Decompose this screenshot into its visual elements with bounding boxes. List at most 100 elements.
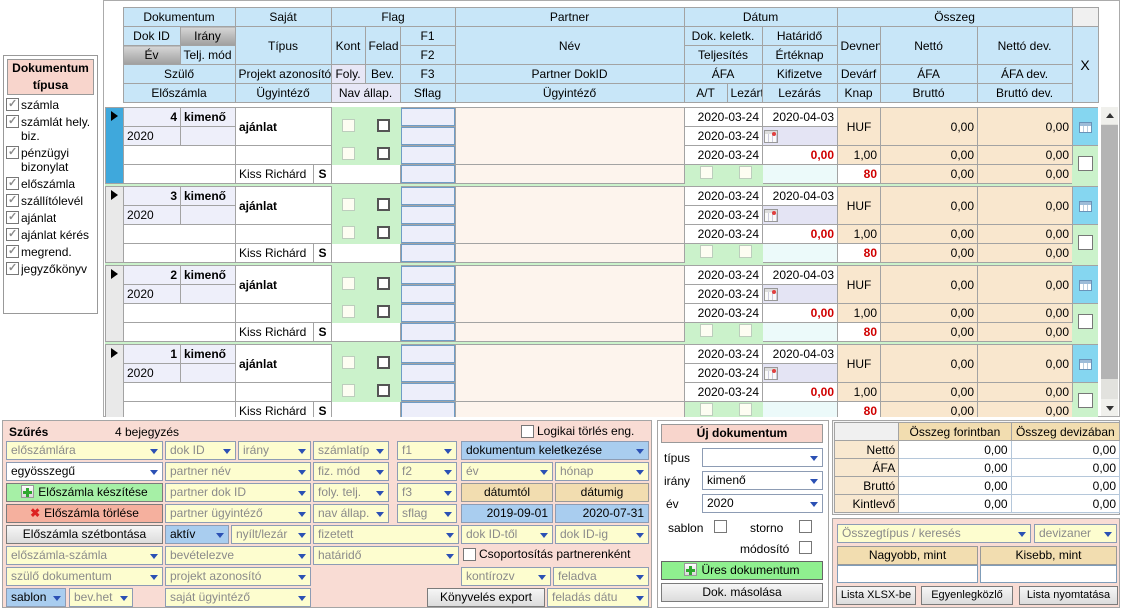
cell-partner-name[interactable] bbox=[456, 345, 685, 402]
col-header-sflag[interactable]: Sflag bbox=[400, 84, 455, 103]
lezart-checkbox[interactable] bbox=[739, 166, 752, 179]
felad-checkbox[interactable] bbox=[377, 356, 390, 369]
at-checkbox[interactable] bbox=[700, 166, 713, 179]
cell-vat-date[interactable]: 2020-03-24 bbox=[685, 225, 763, 244]
cell-f4[interactable] bbox=[401, 244, 456, 263]
eloszamla-keszitese-button[interactable]: Előszámla készítése bbox=[6, 483, 163, 502]
cell-f3[interactable] bbox=[401, 225, 456, 244]
bev-checkbox[interactable] bbox=[377, 226, 390, 239]
col-header-devnem[interactable]: Devnen bbox=[837, 27, 880, 65]
dok-id-tol-select[interactable]: dok ID-től bbox=[461, 525, 553, 544]
bev-checkbox[interactable] bbox=[377, 305, 390, 318]
logical-delete-checkbox[interactable] bbox=[521, 425, 534, 438]
cell-fulfilled-date[interactable]: 2020-03-24 bbox=[685, 127, 763, 146]
nyilt-lezar-select[interactable]: nyílt/lezár bbox=[231, 525, 311, 544]
cell-partner-name[interactable] bbox=[456, 266, 685, 323]
row-checkbox[interactable] bbox=[1078, 235, 1093, 250]
cell-deadline[interactable]: 2020-04-03 bbox=[763, 266, 838, 285]
kont-checkbox[interactable] bbox=[342, 356, 355, 369]
col-header-eloszamla[interactable]: Előszámla bbox=[123, 84, 235, 103]
col-header-f2[interactable]: F2 bbox=[400, 46, 455, 65]
col-header-devarf[interactable]: Devárf bbox=[837, 65, 880, 84]
col-header-projekt[interactable]: Projekt azonosító bbox=[235, 65, 331, 84]
row-selector[interactable] bbox=[106, 108, 124, 184]
felad-checkbox[interactable] bbox=[377, 119, 390, 132]
kont-checkbox[interactable] bbox=[342, 119, 355, 132]
cell-vat-date[interactable]: 2020-03-24 bbox=[685, 383, 763, 402]
cell-fulfilled-date[interactable]: 2020-03-24 bbox=[685, 364, 763, 383]
col-header-ev[interactable]: Év bbox=[123, 46, 180, 65]
irany-select[interactable]: irány bbox=[238, 441, 311, 460]
cell-detail-button[interactable] bbox=[1073, 266, 1098, 304]
calendar-icon[interactable] bbox=[764, 367, 778, 380]
kontirozva-select[interactable]: kontírozv bbox=[461, 567, 551, 586]
cell-detail-button[interactable] bbox=[1073, 108, 1098, 146]
col-header-netto[interactable]: Nettó bbox=[880, 27, 977, 65]
cell-created-date[interactable]: 2020-03-24 bbox=[685, 108, 763, 127]
at-checkbox[interactable] bbox=[700, 403, 713, 416]
bevetelezve-select[interactable]: bevételezve bbox=[165, 546, 311, 565]
cell-f4[interactable] bbox=[401, 323, 456, 342]
col-header-lezaras[interactable]: Lezárás bbox=[762, 84, 837, 103]
sablon-checkbox[interactable] bbox=[714, 520, 727, 533]
col-header-ugyintezo[interactable]: Ügyintéző bbox=[235, 84, 331, 103]
calendar-icon[interactable] bbox=[764, 130, 778, 143]
col-header-f1[interactable]: F1 bbox=[400, 27, 455, 46]
devizanem-select[interactable]: devizaner bbox=[1034, 524, 1117, 543]
doc-type-checkbox[interactable] bbox=[6, 115, 19, 128]
cell-f1[interactable] bbox=[401, 187, 456, 206]
cell-vat-date[interactable]: 2020-03-24 bbox=[685, 304, 763, 323]
feladas-datuma-select[interactable]: feladás dátu bbox=[547, 588, 649, 607]
dok-id-ig-select[interactable]: dok ID-ig bbox=[555, 525, 649, 544]
nav-allap-select[interactable]: nav állap. bbox=[313, 504, 389, 523]
cell-f3[interactable] bbox=[401, 304, 456, 323]
ures-dokumentum-button[interactable]: Üres dokumentum bbox=[661, 561, 823, 580]
cell-f2[interactable] bbox=[401, 127, 456, 146]
sflag-select[interactable]: sflag bbox=[397, 504, 457, 523]
row-selector[interactable] bbox=[106, 345, 124, 418]
col-header-irany[interactable]: Irány bbox=[180, 27, 235, 46]
partner-dok-id-select[interactable]: partner dok ID bbox=[165, 483, 311, 502]
row-selector[interactable] bbox=[106, 187, 124, 263]
new-ev-select[interactable]: 2020 bbox=[702, 494, 823, 513]
cell-f1[interactable] bbox=[401, 108, 456, 127]
cell-f2[interactable] bbox=[401, 285, 456, 304]
cell-value-date[interactable] bbox=[763, 364, 838, 383]
eloszamlara-select[interactable]: előszámlára bbox=[6, 441, 163, 460]
scroll-up-button[interactable] bbox=[1101, 107, 1118, 124]
calendar-icon[interactable] bbox=[764, 288, 778, 301]
at-checkbox[interactable] bbox=[700, 245, 713, 258]
cell-deadline[interactable]: 2020-04-03 bbox=[763, 187, 838, 206]
aktiv-select[interactable]: aktív bbox=[165, 525, 229, 544]
honap-select[interactable]: hónap bbox=[555, 462, 649, 481]
scrollbar-thumb[interactable] bbox=[1101, 125, 1118, 379]
eloszamla-szetbontasa-button[interactable]: Előszámla szétbontása bbox=[6, 525, 163, 544]
cell-partner-name[interactable] bbox=[456, 187, 685, 244]
cell-partner-name[interactable] bbox=[456, 108, 685, 165]
col-header-dok-id[interactable]: Dok ID bbox=[123, 27, 180, 46]
bev-het-select[interactable]: bev.het bbox=[69, 588, 133, 607]
dok-masolasa-button[interactable]: Dok. másolása bbox=[661, 583, 823, 602]
col-header-at[interactable]: A/T bbox=[684, 84, 727, 103]
cell-f3[interactable] bbox=[401, 146, 456, 165]
osszegtipus-select[interactable]: Összegtípus / keresés bbox=[837, 524, 1031, 543]
lezart-checkbox[interactable] bbox=[739, 324, 752, 337]
doc-type-checkbox[interactable] bbox=[6, 245, 19, 258]
col-header-foly[interactable]: Foly. bbox=[331, 65, 365, 84]
storno-checkbox[interactable] bbox=[799, 520, 812, 533]
dok-keletkezese-select[interactable]: dokumentum keletkezése bbox=[461, 441, 649, 460]
sablon-select[interactable]: sablon bbox=[6, 588, 66, 607]
col-header-partner-ugyintezo[interactable]: Ügyintéző bbox=[455, 84, 684, 103]
cell-created-date[interactable]: 2020-03-24 bbox=[685, 266, 763, 285]
col-header-lezart[interactable]: Lezárt bbox=[727, 84, 762, 103]
cell-f1[interactable] bbox=[401, 266, 456, 285]
cell-value-date[interactable] bbox=[763, 127, 838, 146]
greater-than-input[interactable] bbox=[837, 565, 978, 583]
col-header-afa-datum[interactable]: ÁFA bbox=[684, 65, 762, 84]
cell-created-date[interactable]: 2020-03-24 bbox=[685, 187, 763, 206]
f1-select[interactable]: f1 bbox=[397, 441, 457, 460]
group-by-partner-checkbox[interactable] bbox=[463, 548, 476, 561]
doc-type-checkbox[interactable] bbox=[6, 194, 19, 207]
col-header-erteknap[interactable]: Értéknap bbox=[762, 46, 837, 65]
foly-checkbox[interactable] bbox=[342, 147, 355, 160]
